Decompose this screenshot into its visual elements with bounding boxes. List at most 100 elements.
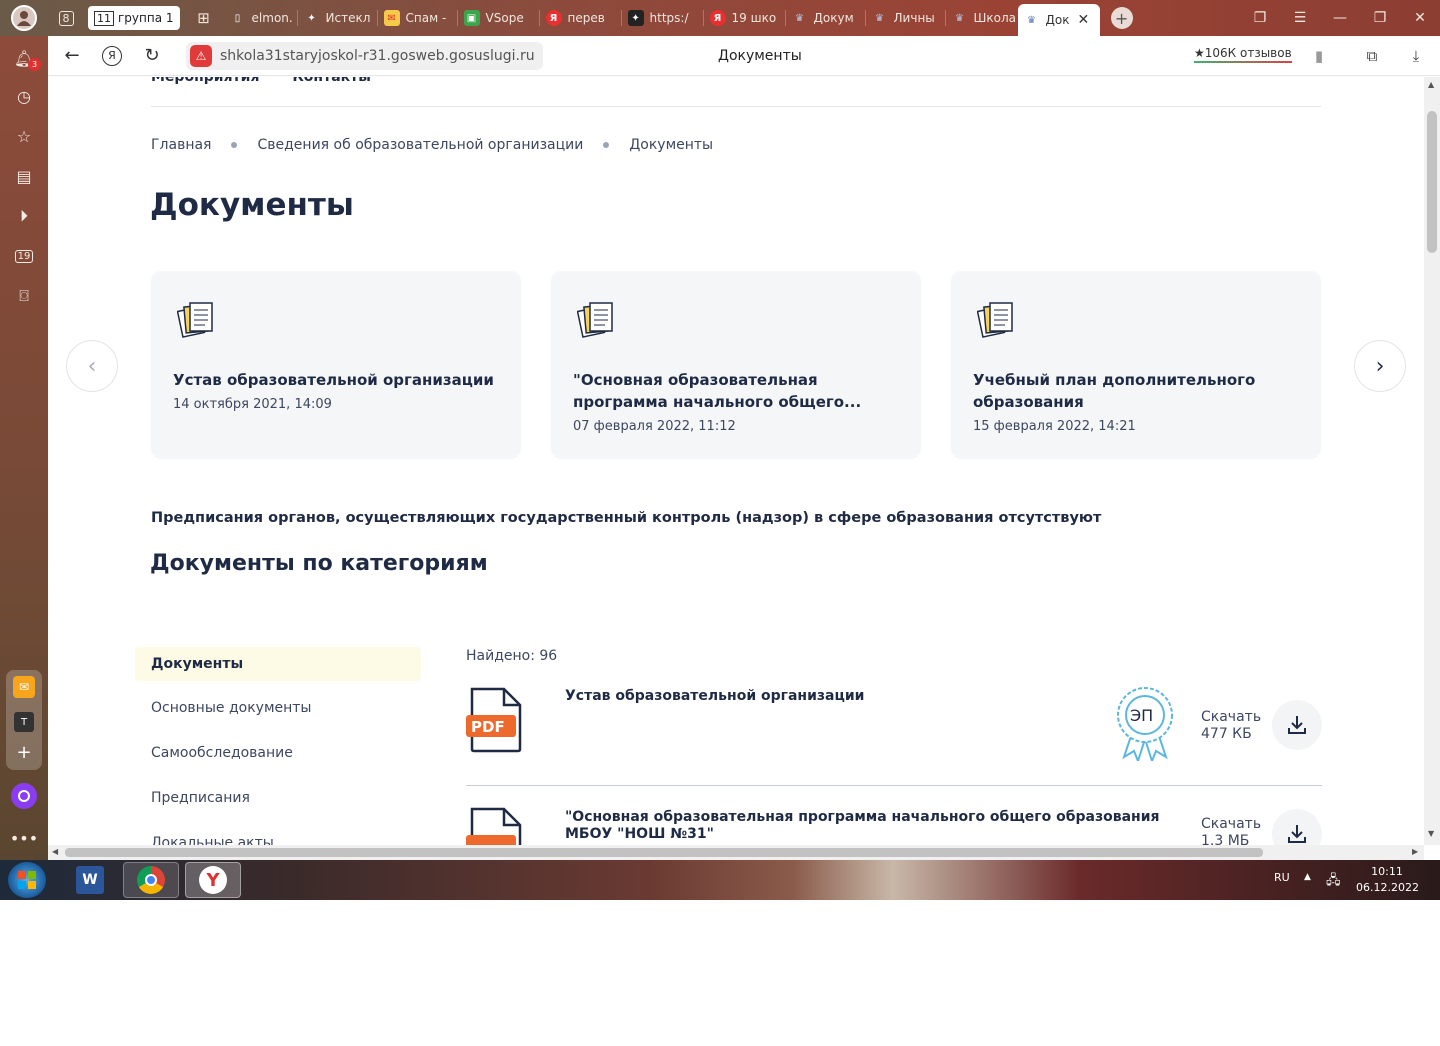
calendar-button[interactable]: 19 bbox=[12, 244, 36, 268]
nav-divider bbox=[151, 106, 1321, 107]
breadcrumb-home[interactable]: Главная bbox=[151, 137, 211, 153]
yandex-home-button[interactable]: Я bbox=[92, 36, 132, 76]
screen: 8 11 группа 1 ⊞ ▯ elmon. ✦ Истекл ✉ Спам - … bbox=[0, 0, 1440, 900]
extensions-button[interactable]: ⧉ bbox=[1360, 44, 1384, 68]
document-title[interactable]: "Основная образовательная программа нача… bbox=[565, 809, 1185, 843]
alice-button[interactable] bbox=[11, 783, 37, 809]
tab-6[interactable]: Я 19 шко bbox=[704, 0, 786, 36]
category-main-documents[interactable]: Основные документы bbox=[135, 685, 421, 730]
vertical-scroll-thumb[interactable] bbox=[1427, 111, 1437, 253]
url-field[interactable]: ⚠ shkola31staryjoskol-r31.gosweb.gosuslu… bbox=[186, 42, 543, 70]
reload-button[interactable]: ↻ bbox=[132, 36, 172, 76]
bookmarks-panel-button[interactable]: ❐ bbox=[1240, 0, 1280, 36]
start-button[interactable] bbox=[8, 862, 46, 898]
chevron-right-icon: › bbox=[1375, 353, 1385, 379]
carousel-next-button[interactable]: › bbox=[1354, 340, 1406, 392]
browser-sidebar: 🔔︎ 3 ◷ ☆ ▤ ⏵ 19 ⌼ ✉ T + ••• bbox=[0, 36, 48, 860]
bookmark-icon: ▮ bbox=[1314, 47, 1324, 65]
category-self-examination[interactable]: Самообследование bbox=[135, 730, 421, 775]
tabs-overview-button[interactable]: 8 bbox=[48, 0, 84, 36]
minimize-button[interactable]: — bbox=[1320, 0, 1360, 36]
scroll-left-icon[interactable]: ◀ bbox=[52, 847, 58, 856]
close-tab-icon[interactable]: ✕ bbox=[1078, 12, 1090, 28]
new-tab-button[interactable]: + bbox=[1100, 0, 1144, 36]
translate-app-icon[interactable]: T bbox=[14, 712, 34, 732]
scroll-down-icon[interactable]: ▼ bbox=[1428, 829, 1434, 838]
doc-card[interactable]: Устав образовательной организации 14 окт… bbox=[151, 271, 521, 459]
vertical-scrollbar[interactable]: ▲ ▼ bbox=[1424, 77, 1440, 845]
windows-logo-icon bbox=[18, 871, 36, 889]
doc-card[interactable]: Учебный план дополнительного образования… bbox=[951, 271, 1321, 459]
close-window-button[interactable]: ✕ bbox=[1400, 0, 1440, 36]
screenshot-button[interactable]: ⌼ bbox=[12, 284, 36, 308]
clock-date: 06.12.2022 bbox=[1356, 881, 1419, 894]
new-group-button[interactable]: ⊞ bbox=[184, 0, 224, 36]
tab-label: https:/ bbox=[649, 11, 689, 25]
category-prescriptions[interactable]: Предписания bbox=[135, 775, 421, 820]
profile-avatar[interactable] bbox=[0, 0, 48, 36]
download-icon bbox=[1288, 825, 1306, 843]
nav-link-events[interactable]: Мероприятия bbox=[151, 77, 259, 85]
tab-label: Истекл bbox=[325, 11, 371, 25]
doc-card-title: Устав образовательной организации bbox=[173, 371, 494, 389]
tab-8[interactable]: ♛ Личны bbox=[866, 0, 946, 36]
insecure-lock-icon[interactable]: ⚠ bbox=[190, 45, 212, 67]
breadcrumb-info[interactable]: Сведения об образовательной организации bbox=[257, 137, 583, 153]
mail-app-icon[interactable]: ✉ bbox=[13, 676, 35, 698]
tab-9[interactable]: ♛ Школа bbox=[946, 0, 1018, 36]
language-indicator[interactable]: RU bbox=[1274, 871, 1290, 884]
chrome-taskbar-button[interactable] bbox=[123, 862, 179, 898]
carousel-prev-button[interactable]: ‹ bbox=[66, 340, 118, 392]
pdf-badge: PDF bbox=[471, 718, 505, 736]
restore-button[interactable]: ❐ bbox=[1360, 0, 1400, 36]
document-title[interactable]: Устав образовательной организации bbox=[565, 688, 1185, 705]
doc-card[interactable]: "Основная образовательная программа нача… bbox=[551, 271, 921, 459]
chrome-icon bbox=[137, 866, 165, 894]
reviews-link[interactable]: ★106К отзывов bbox=[1194, 46, 1292, 63]
document-row[interactable]: PDF Устав образовательной организации ЭП… bbox=[466, 687, 1322, 787]
notifications-button[interactable]: 🔔︎ 3 bbox=[12, 46, 41, 71]
back-button[interactable]: ← bbox=[52, 36, 92, 76]
history-button[interactable]: ◷ bbox=[12, 84, 36, 108]
collections-button[interactable]: ▤ bbox=[12, 164, 36, 188]
favorites-button[interactable]: ☆ bbox=[12, 124, 36, 148]
scroll-right-icon[interactable]: ▶ bbox=[1412, 847, 1418, 856]
download-icon: ⤓ bbox=[1412, 47, 1420, 65]
tab-2[interactable]: ✉ Спам - bbox=[378, 0, 458, 36]
menu-button[interactable]: ☰ bbox=[1280, 0, 1320, 36]
tab-count-badge: 8 bbox=[58, 10, 74, 26]
tab-4[interactable]: Яперев bbox=[540, 0, 622, 36]
more-button[interactable]: ••• bbox=[10, 826, 38, 850]
network-icon[interactable]: 🖧︎ bbox=[1326, 871, 1341, 893]
video-button[interactable]: ⏵ bbox=[12, 204, 36, 228]
tab-0[interactable]: ▯ elmon. bbox=[224, 0, 298, 36]
star-icon: ✦ bbox=[627, 10, 644, 26]
system-clock[interactable]: 10:11 06.12.2022 bbox=[1356, 864, 1419, 896]
tab-active[interactable]: ♛ Док ✕ bbox=[1017, 4, 1100, 36]
add-app-icon[interactable]: + bbox=[14, 742, 34, 763]
tray-expand-icon[interactable]: ▲ bbox=[1304, 872, 1311, 882]
horizontal-scroll-thumb[interactable] bbox=[65, 848, 1263, 857]
tab-5[interactable]: ✦ https:/ bbox=[622, 0, 704, 36]
tab-7[interactable]: ♛ Докум bbox=[786, 0, 866, 36]
category-documents[interactable]: Документы bbox=[135, 647, 421, 681]
nav-link-contacts[interactable]: Контакты bbox=[292, 77, 371, 85]
emblem-icon: ♛ bbox=[1027, 14, 1037, 26]
tab-3[interactable]: ▣ VSope bbox=[458, 0, 540, 36]
word-taskbar-button[interactable]: W bbox=[62, 862, 118, 898]
tab-group[interactable]: 11 группа 1 bbox=[88, 6, 180, 30]
download-button[interactable] bbox=[1272, 700, 1322, 750]
horizontal-scrollbar[interactable]: ◀ ▶ bbox=[48, 845, 1424, 860]
page-title-label: Документы bbox=[718, 48, 802, 64]
downloads-button[interactable]: ⤓ bbox=[1404, 44, 1428, 68]
scroll-up-icon[interactable]: ▲ bbox=[1428, 80, 1434, 89]
taskbar: W Y RU ▲ 🖧︎ 10:11 06.12.2022 bbox=[0, 860, 1440, 900]
document-row[interactable]: "Основная образовательная программа нача… bbox=[466, 807, 1322, 845]
download-button[interactable] bbox=[1272, 809, 1322, 845]
tab-1[interactable]: ✦ Истекл bbox=[298, 0, 378, 36]
chevron-left-icon: ‹ bbox=[87, 353, 97, 379]
yandex-taskbar-button[interactable]: Y bbox=[185, 862, 241, 898]
bookmark-button[interactable]: ▮ bbox=[1307, 44, 1331, 68]
category-local-acts[interactable]: Локальные акты bbox=[135, 820, 421, 846]
sparkle-icon: ✦ bbox=[307, 12, 316, 24]
